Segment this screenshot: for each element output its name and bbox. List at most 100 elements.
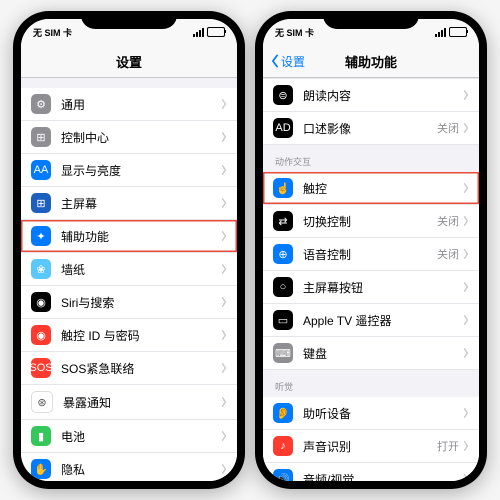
battery-icon [449,27,467,37]
list-row[interactable]: ⊜ 朗读内容 [263,78,479,112]
list-row[interactable]: ❀墙纸 [21,253,237,286]
exposure-icon: ⊛ [31,391,53,413]
row-label: 声音识别 [303,438,437,455]
chevron-right-icon [463,282,469,292]
list-row[interactable]: ⇄ 切换控制关闭 [263,205,479,238]
chevron-right-icon [463,183,469,193]
row-label: SOS紧急联络 [61,360,221,377]
row-label: 口述影像 [303,120,437,137]
settings-list[interactable]: ⚙ 通用 ⊞ 控制中心 AA显示与亮度⊞主屏幕✦辅助功能❀墙纸◉Siri与搜索 ◉ 触控 I… [21,78,237,481]
list-row[interactable]: 🔊音频/视觉 [263,463,479,481]
keyboard-icon: ⌨ [273,343,293,363]
list-row[interactable]: ⊞主屏幕 [21,187,237,220]
list-row[interactable]: SOS SOS紧急联络 [21,352,237,385]
back-button[interactable]: 设置 [269,53,305,70]
row-value: 打开 [437,438,459,454]
chevron-right-icon [221,363,227,373]
row-label: 助听设备 [303,405,463,422]
list-row[interactable]: ◉ 触控 ID 与密码 [21,319,237,352]
chevron-right-icon [221,431,227,441]
chevron-right-icon [463,216,469,226]
row-label: 朗读内容 [303,87,463,104]
status-right [193,27,225,37]
chevron-right-icon [221,99,227,109]
row-label: 音频/视觉 [303,471,463,482]
row-label: Siri与搜索 [61,294,221,311]
sos-icon: SOS [31,358,51,378]
page-title: 辅助功能 [345,52,397,71]
gear-icon: ⚙ [31,94,51,114]
chevron-right-icon [463,315,469,325]
chevron-right-icon [221,231,227,241]
screen-left: 无 SIM 卡 设置 ⚙通用⊞控制中心AA显示与亮度⊞主屏幕✦辅助功能❀墙纸◉S… [21,19,237,481]
list-row[interactable]: ⊛ 暴露通知 [21,385,237,420]
signal-icon [435,28,446,37]
chevron-right-icon [221,397,227,407]
accessibility-list[interactable]: ⊜朗读内容AD口述影像关闭动作交互☝触控⇄切换控制关闭⊕语音控制关闭○主屏幕按钮… [263,78,479,481]
battery-icon [207,27,225,37]
list-row[interactable]: ⊕语音控制关闭 [263,238,479,271]
touch-icon: ☝ [273,178,293,198]
switch-icon: ⇄ [273,211,293,231]
row-label: 通用 [61,96,221,113]
row-label: 触控 [303,180,463,197]
list-row[interactable]: ▭ Apple TV 遥控器 [263,304,479,337]
chevron-right-icon [221,165,227,175]
row-label: 切换控制 [303,213,437,230]
page-title: 设置 [116,52,142,71]
chevron-right-icon [221,297,227,307]
homebutton-icon: ○ [273,277,293,297]
list-row[interactable]: ♪声音识别打开 [263,430,479,463]
list-row[interactable]: ○ 主屏幕按钮 [263,271,479,304]
list-row[interactable]: ▮电池 [21,420,237,453]
status-carrier: 无 SIM 卡 [33,26,72,39]
list-row[interactable]: ✦辅助功能 [21,220,237,253]
wallpaper-icon: ❀ [31,259,51,279]
row-value: 关闭 [437,213,459,229]
list-row[interactable]: ◉Siri与搜索 [21,286,237,319]
chevron-right-icon [221,198,227,208]
ad-icon: AD [273,118,293,138]
list-row[interactable]: ☝ 触控 [263,172,479,205]
row-label: 键盘 [303,345,463,362]
list-row[interactable]: ⚙ 通用 [21,88,237,121]
accessibility-icon: ✦ [31,226,51,246]
nav-bar: 设置 辅助功能 [263,45,479,78]
row-label: 触控 ID 与密码 [61,327,221,344]
list-row[interactable]: AD 口述影像关闭 [263,112,479,145]
notch [323,11,419,29]
list-row[interactable]: 👂 助听设备 [263,397,479,430]
row-label: 控制中心 [61,129,221,146]
chevron-right-icon [463,441,469,451]
chevron-right-icon [221,464,227,474]
list-row[interactable]: ⊞ 控制中心 [21,121,237,154]
aa-icon: AA [31,160,51,180]
chevron-right-icon [221,330,227,340]
nav-bar: 设置 [21,45,237,78]
chevron-right-icon [463,474,469,481]
home-icon: ⊞ [31,193,51,213]
phone-left: 无 SIM 卡 设置 ⚙通用⊞控制中心AA显示与亮度⊞主屏幕✦辅助功能❀墙纸◉S… [13,11,245,489]
voice-icon: ⊕ [273,244,293,264]
privacy-icon: ✋ [31,459,51,479]
chevron-right-icon [463,249,469,259]
chevron-right-icon [221,132,227,142]
list-row[interactable]: AA显示与亮度 [21,154,237,187]
list-row[interactable]: ⌨ 键盘 [263,337,479,370]
remote-icon: ▭ [273,310,293,330]
sliders-icon: ⊞ [31,127,51,147]
row-label: 主屏幕按钮 [303,279,463,296]
status-carrier: 无 SIM 卡 [275,26,314,39]
row-value: 关闭 [437,246,459,262]
chevron-right-icon [463,408,469,418]
row-label: 暴露通知 [63,394,221,411]
status-right [435,27,467,37]
row-label: 隐私 [61,461,221,478]
hearing-icon: 👂 [273,403,293,423]
touchid-icon: ◉ [31,325,51,345]
speak-icon: ⊜ [273,85,293,105]
list-row[interactable]: ✋ 隐私 [21,453,237,481]
row-label: Apple TV 遥控器 [303,312,463,329]
row-value: 关闭 [437,120,459,136]
phone-right: 无 SIM 卡 设置 辅助功能 ⊜朗读内容AD口述影像关闭动作交互☝触控⇄切换控… [255,11,487,489]
